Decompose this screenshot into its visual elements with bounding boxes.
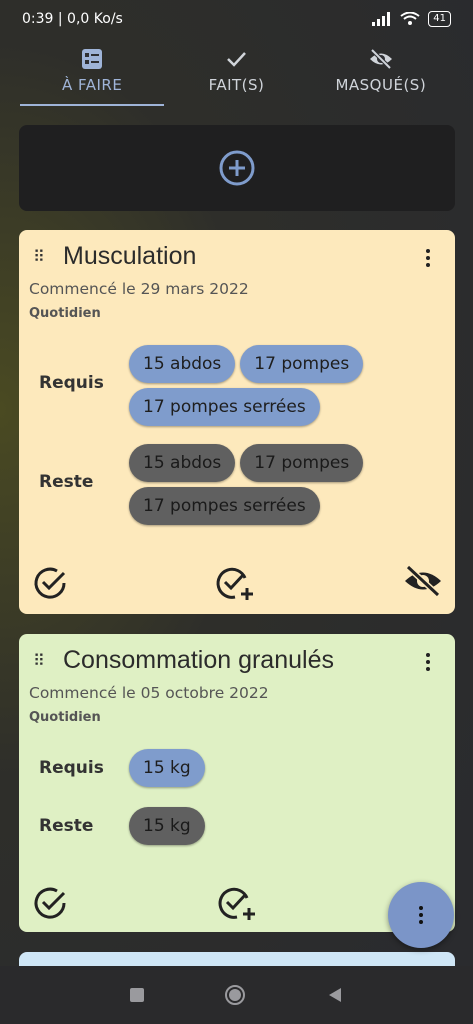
card-title: Musculation [63,241,197,270]
remaining-label: Reste [39,816,94,836]
tab-hidden-label: MASQUÉ(S) [335,76,427,94]
eye-off-icon[interactable] [403,564,443,598]
status-icons: 41 [372,11,451,27]
check-icon [227,52,247,67]
check-circle-icon[interactable] [31,564,69,602]
card-frequency: Quotidien [29,710,101,725]
chip-remaining[interactable]: 17 pompes serrées [129,487,320,525]
tab-todo[interactable]: À FAIRE [20,36,165,106]
task-card[interactable]: ⠿ Consommation granulés Commencé le 05 o… [19,634,455,932]
required-chips: 15 abdos 17 pompes 17 pompes serrées [129,345,429,426]
status-bar: 0:39 | 0,0 Ko/s 41 [0,0,473,38]
remaining-chips: 15 abdos 17 pompes 17 pompes serrées [129,444,429,525]
remaining-chips: 15 kg [129,807,429,845]
chip-required[interactable]: 15 kg [129,749,205,787]
card-frequency: Quotidien [29,306,101,321]
home-icon[interactable] [223,983,247,1007]
more-options-icon [418,903,424,927]
add-task-button[interactable] [19,125,455,211]
remaining-row: Reste 15 abdos 17 pompes 17 pompes serré… [29,444,445,525]
check-plus-icon[interactable] [217,884,259,922]
plus-circle-icon [219,150,255,186]
wifi-icon [400,12,420,25]
card-start-date: Commencé le 29 mars 2022 [29,280,249,298]
battery-icon: 41 [428,11,451,27]
card-actions [31,564,443,602]
chip-remaining[interactable]: 15 abdos [129,444,236,482]
drag-handle-icon[interactable]: ⠿ [33,651,53,670]
system-nav-bar [0,966,473,1024]
status-time: 0:39 | 0,0 Ko/s [22,11,123,27]
tab-done[interactable]: FAIT(S) [164,36,308,106]
required-label: Requis [39,373,104,393]
check-plus-icon[interactable] [215,564,257,602]
required-label: Requis [39,758,104,778]
more-options-icon[interactable] [425,246,431,270]
card-start-date: Commencé le 05 octobre 2022 [29,684,269,702]
tab-bar: À FAIRE FAIT(S) MASQUÉ(S) [0,36,473,106]
chip-remaining[interactable]: 17 pompes [240,444,364,482]
required-row: Requis 15 kg [29,749,445,787]
remaining-row: Reste 15 kg [29,807,445,845]
required-row: Requis 15 abdos 17 pompes 17 pompes serr… [29,345,445,426]
required-chips: 15 kg [129,749,429,787]
tab-done-label: FAIT(S) [208,76,265,94]
remaining-label: Reste [39,472,94,492]
more-options-icon[interactable] [425,650,431,674]
checklist-icon [82,49,103,69]
card-title: Consommation granulés [63,645,334,674]
chip-required[interactable]: 17 pompes [240,345,364,383]
signal-icon [372,12,391,26]
chip-remaining[interactable]: 15 kg [129,807,205,845]
drag-handle-icon[interactable]: ⠿ [33,247,53,266]
card-actions [31,884,443,922]
card-header: ⠿ Musculation [29,230,445,282]
more-actions-fab[interactable] [388,882,454,948]
chip-required[interactable]: 17 pompes serrées [129,388,320,426]
chip-required[interactable]: 15 abdos [129,345,236,383]
tab-todo-label: À FAIRE [61,76,123,94]
eye-off-icon [369,48,392,70]
task-card[interactable]: ⠿ Musculation Commencé le 29 mars 2022 Q… [19,230,455,614]
back-icon[interactable] [326,986,344,1004]
tab-hidden[interactable]: MASQUÉ(S) [309,36,453,106]
recents-icon[interactable] [129,987,145,1003]
check-circle-icon[interactable] [31,884,69,922]
card-header: ⠿ Consommation granulés [29,634,445,686]
